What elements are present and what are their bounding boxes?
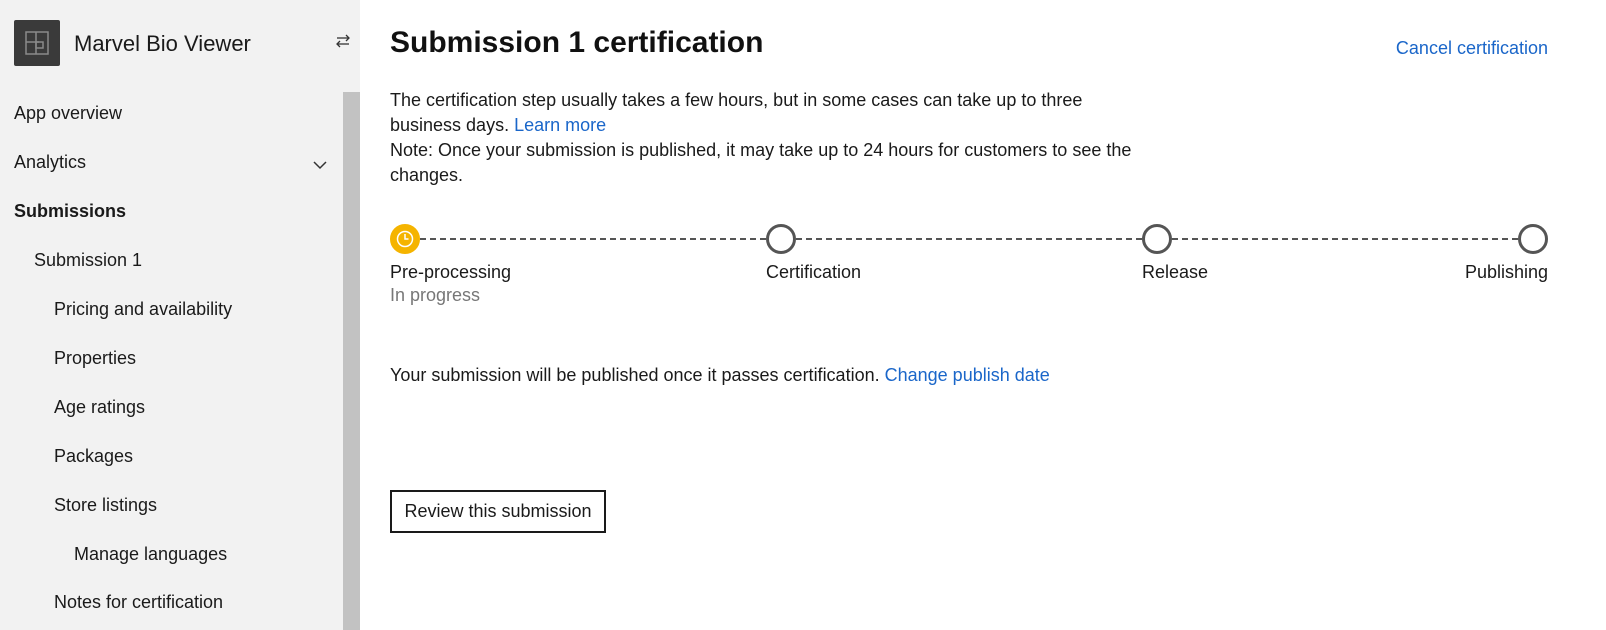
sidebar-item-analytics[interactable]: Analytics	[14, 152, 86, 173]
app-logo	[14, 20, 60, 66]
review-submission-button[interactable]: Review this submission	[390, 490, 606, 533]
app-name: Marvel Bio Viewer	[74, 31, 251, 56]
step-label-release: Release	[1142, 262, 1209, 282]
step-label-preprocessing: Pre-processing	[390, 262, 512, 282]
scrollbar-thumb[interactable]	[343, 92, 360, 630]
desc-line-2: business days. Learn more	[390, 113, 1180, 138]
publish-note: Your submission will be published once i…	[390, 365, 1050, 386]
desc-line-4: changes.	[390, 165, 464, 185]
sidebar-item-submissions[interactable]: Submissions	[14, 201, 126, 222]
desc-line-2-text: business days.	[390, 115, 510, 135]
step-preprocessing-clock-icon	[390, 224, 420, 254]
switch-app-icon[interactable]	[334, 32, 352, 50]
step-release-circle-icon	[1142, 224, 1172, 254]
step-label-publishing: Publishing	[1464, 262, 1548, 282]
desc-line-1: The certification step usually takes a f…	[390, 90, 1083, 110]
sidebar-item-packages[interactable]: Packages	[54, 446, 133, 467]
publish-note-text: Your submission will be published once i…	[390, 365, 880, 385]
cancel-certification-link[interactable]: Cancel certification	[1396, 38, 1548, 59]
app-header: Marvel Bio Viewer	[0, 0, 360, 92]
sidebar-item-store-listings[interactable]: Store listings	[54, 495, 157, 516]
chevron-down-icon[interactable]	[312, 158, 328, 170]
learn-more-link[interactable]: Learn more	[514, 115, 606, 135]
main-content: Submission 1 certification Cancel certif…	[360, 0, 1606, 630]
step-publishing-circle-icon	[1518, 224, 1548, 254]
sidebar-item-manage-languages[interactable]: Manage languages	[74, 544, 227, 565]
change-publish-date-link[interactable]: Change publish date	[885, 365, 1050, 385]
page-title: Submission 1 certification	[390, 26, 764, 59]
sidebar: Marvel Bio Viewer App overview Analytics…	[0, 0, 360, 630]
sidebar-item-properties[interactable]: Properties	[54, 348, 136, 369]
step-label-certification: Certification	[766, 262, 862, 282]
step-connector	[796, 238, 1142, 240]
certification-description: The certification step usually takes a f…	[390, 88, 1180, 188]
sidebar-item-submission-1[interactable]: Submission 1	[34, 250, 142, 271]
certification-progress: Pre-processing In progress Certification…	[390, 224, 1550, 314]
step-connector	[420, 238, 766, 240]
sidebar-nav: App overview Analytics Submissions Submi…	[0, 92, 343, 630]
step-certification-circle-icon	[766, 224, 796, 254]
sidebar-item-notes-for-certification[interactable]: Notes for certification	[54, 592, 223, 613]
step-connector	[1172, 238, 1518, 240]
sidebar-item-pricing[interactable]: Pricing and availability	[54, 299, 232, 320]
sidebar-item-app-overview[interactable]: App overview	[14, 103, 122, 124]
step-status-preprocessing: In progress	[390, 285, 481, 305]
app-logo-icon	[25, 31, 49, 55]
desc-line-3: Note: Once your submission is published,…	[390, 140, 1132, 160]
sidebar-item-age-ratings[interactable]: Age ratings	[54, 397, 145, 418]
sidebar-scrollbar[interactable]	[343, 92, 360, 630]
